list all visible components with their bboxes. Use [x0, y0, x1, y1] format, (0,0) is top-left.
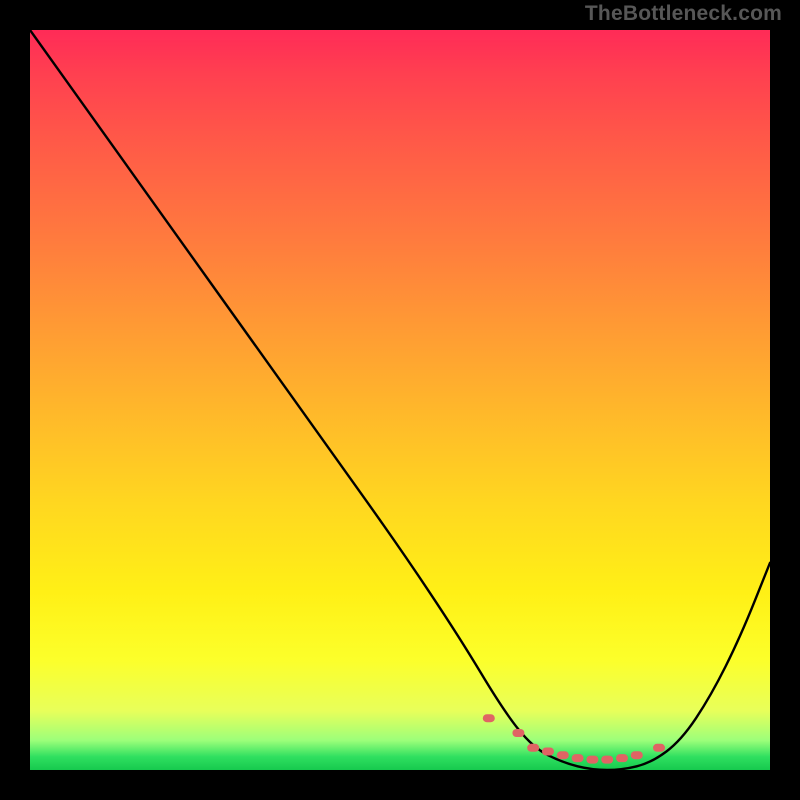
optimal-dot — [616, 754, 628, 762]
plot-area — [30, 30, 770, 770]
optimal-dot — [483, 714, 495, 722]
optimal-dot — [631, 751, 643, 759]
curve-layer — [30, 30, 770, 770]
optimal-dot — [557, 751, 569, 759]
optimal-dot — [653, 744, 665, 752]
optimal-dot — [527, 744, 539, 752]
bottleneck-curve-path — [30, 30, 770, 770]
attribution-label: TheBottleneck.com — [585, 2, 782, 26]
chart-frame: TheBottleneck.com — [0, 0, 800, 800]
optimal-dot — [572, 754, 584, 762]
optimal-dot — [586, 756, 598, 764]
optimal-dot — [542, 748, 554, 756]
optimal-dot — [512, 729, 524, 737]
optimal-dot — [601, 756, 613, 764]
optimal-range-dots — [483, 714, 665, 763]
